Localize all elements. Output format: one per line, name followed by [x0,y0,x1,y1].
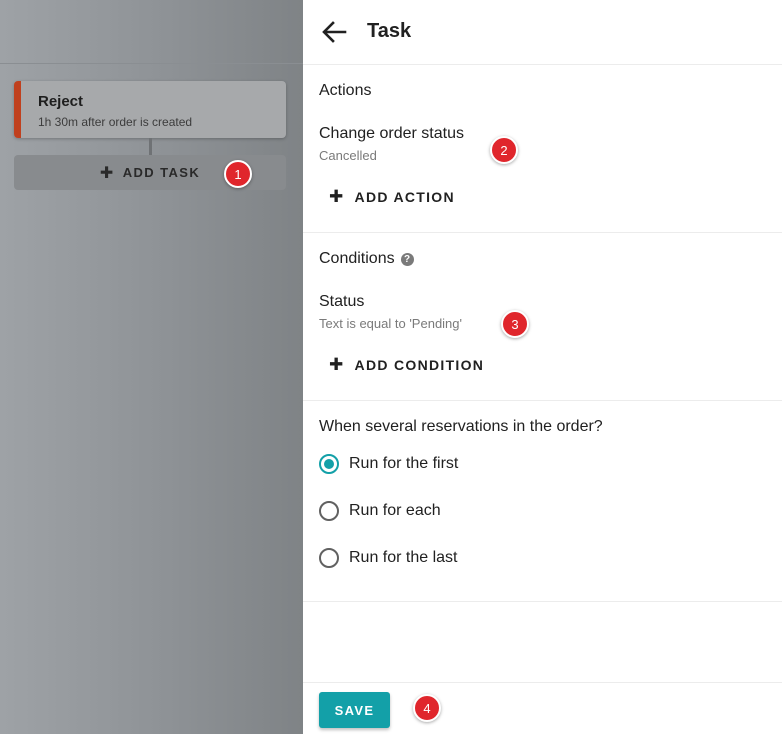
radio-button[interactable] [319,548,339,568]
callout-marker-2: 2 [490,136,518,164]
radio-option-run-first[interactable]: Run for the first [319,452,458,476]
radio-label: Run for the last [349,549,458,566]
radio-option-run-each[interactable]: Run for each [319,499,441,523]
radio-option-run-last[interactable]: Run for the last [319,546,458,570]
add-condition-label: ADD CONDITION [354,357,485,373]
condition-item-value: Text is equal to 'Pending' [319,316,462,331]
task-card-reject[interactable]: Reject 1h 30m after order is created [14,81,286,138]
radio-button-checked[interactable] [319,454,339,474]
callout-marker-3: 3 [501,310,529,338]
plus-icon: ✚ [99,164,115,182]
radio-button[interactable] [319,501,339,521]
task-status-accent [14,81,21,138]
action-item-title[interactable]: Change order status [319,125,464,143]
save-button[interactable]: SAVE [319,692,390,728]
condition-item-title[interactable]: Status [319,293,364,311]
add-condition-button[interactable]: ✚ ADD CONDITION [329,353,484,377]
action-item-value: Cancelled [319,148,377,163]
task-list-panel: Reject 1h 30m after order is created ✚ A… [0,0,303,734]
radio-label: Run for each [349,502,441,519]
actions-section: Actions Change order status Cancelled ✚ … [303,65,782,233]
callout-marker-4: 4 [413,694,441,722]
add-task-label: ADD TASK [122,165,201,180]
callout-marker-1: 1 [224,160,252,188]
left-top-bar [0,0,303,64]
add-action-button[interactable]: ✚ ADD ACTION [329,185,455,209]
drawer-footer: SAVE [303,682,782,734]
plus-icon: ✚ [329,355,345,374]
radio-label: Run for the first [349,455,459,472]
page-title: Task [367,20,412,42]
task-card-title: Reject [38,93,84,110]
conditions-heading: Conditions [319,250,395,267]
task-connector-line [149,138,152,155]
actions-heading: Actions [319,82,372,99]
help-icon[interactable]: ? [400,253,414,266]
plus-icon: ✚ [329,187,345,206]
drawer-header: Task [303,0,782,65]
conditions-section: Conditions? Status Text is equal to 'Pen… [303,233,782,401]
add-action-label: ADD ACTION [354,189,455,205]
conditions-heading-row: Conditions? [319,250,414,268]
reservations-section: When several reservations in the order? … [303,401,782,602]
task-drawer: Task Actions Change order status Cancell… [303,0,782,734]
reservations-question: When several reservations in the order? [319,418,603,435]
task-card-subtitle: 1h 30m after order is created [38,115,193,129]
arrow-back-icon[interactable] [321,20,347,44]
